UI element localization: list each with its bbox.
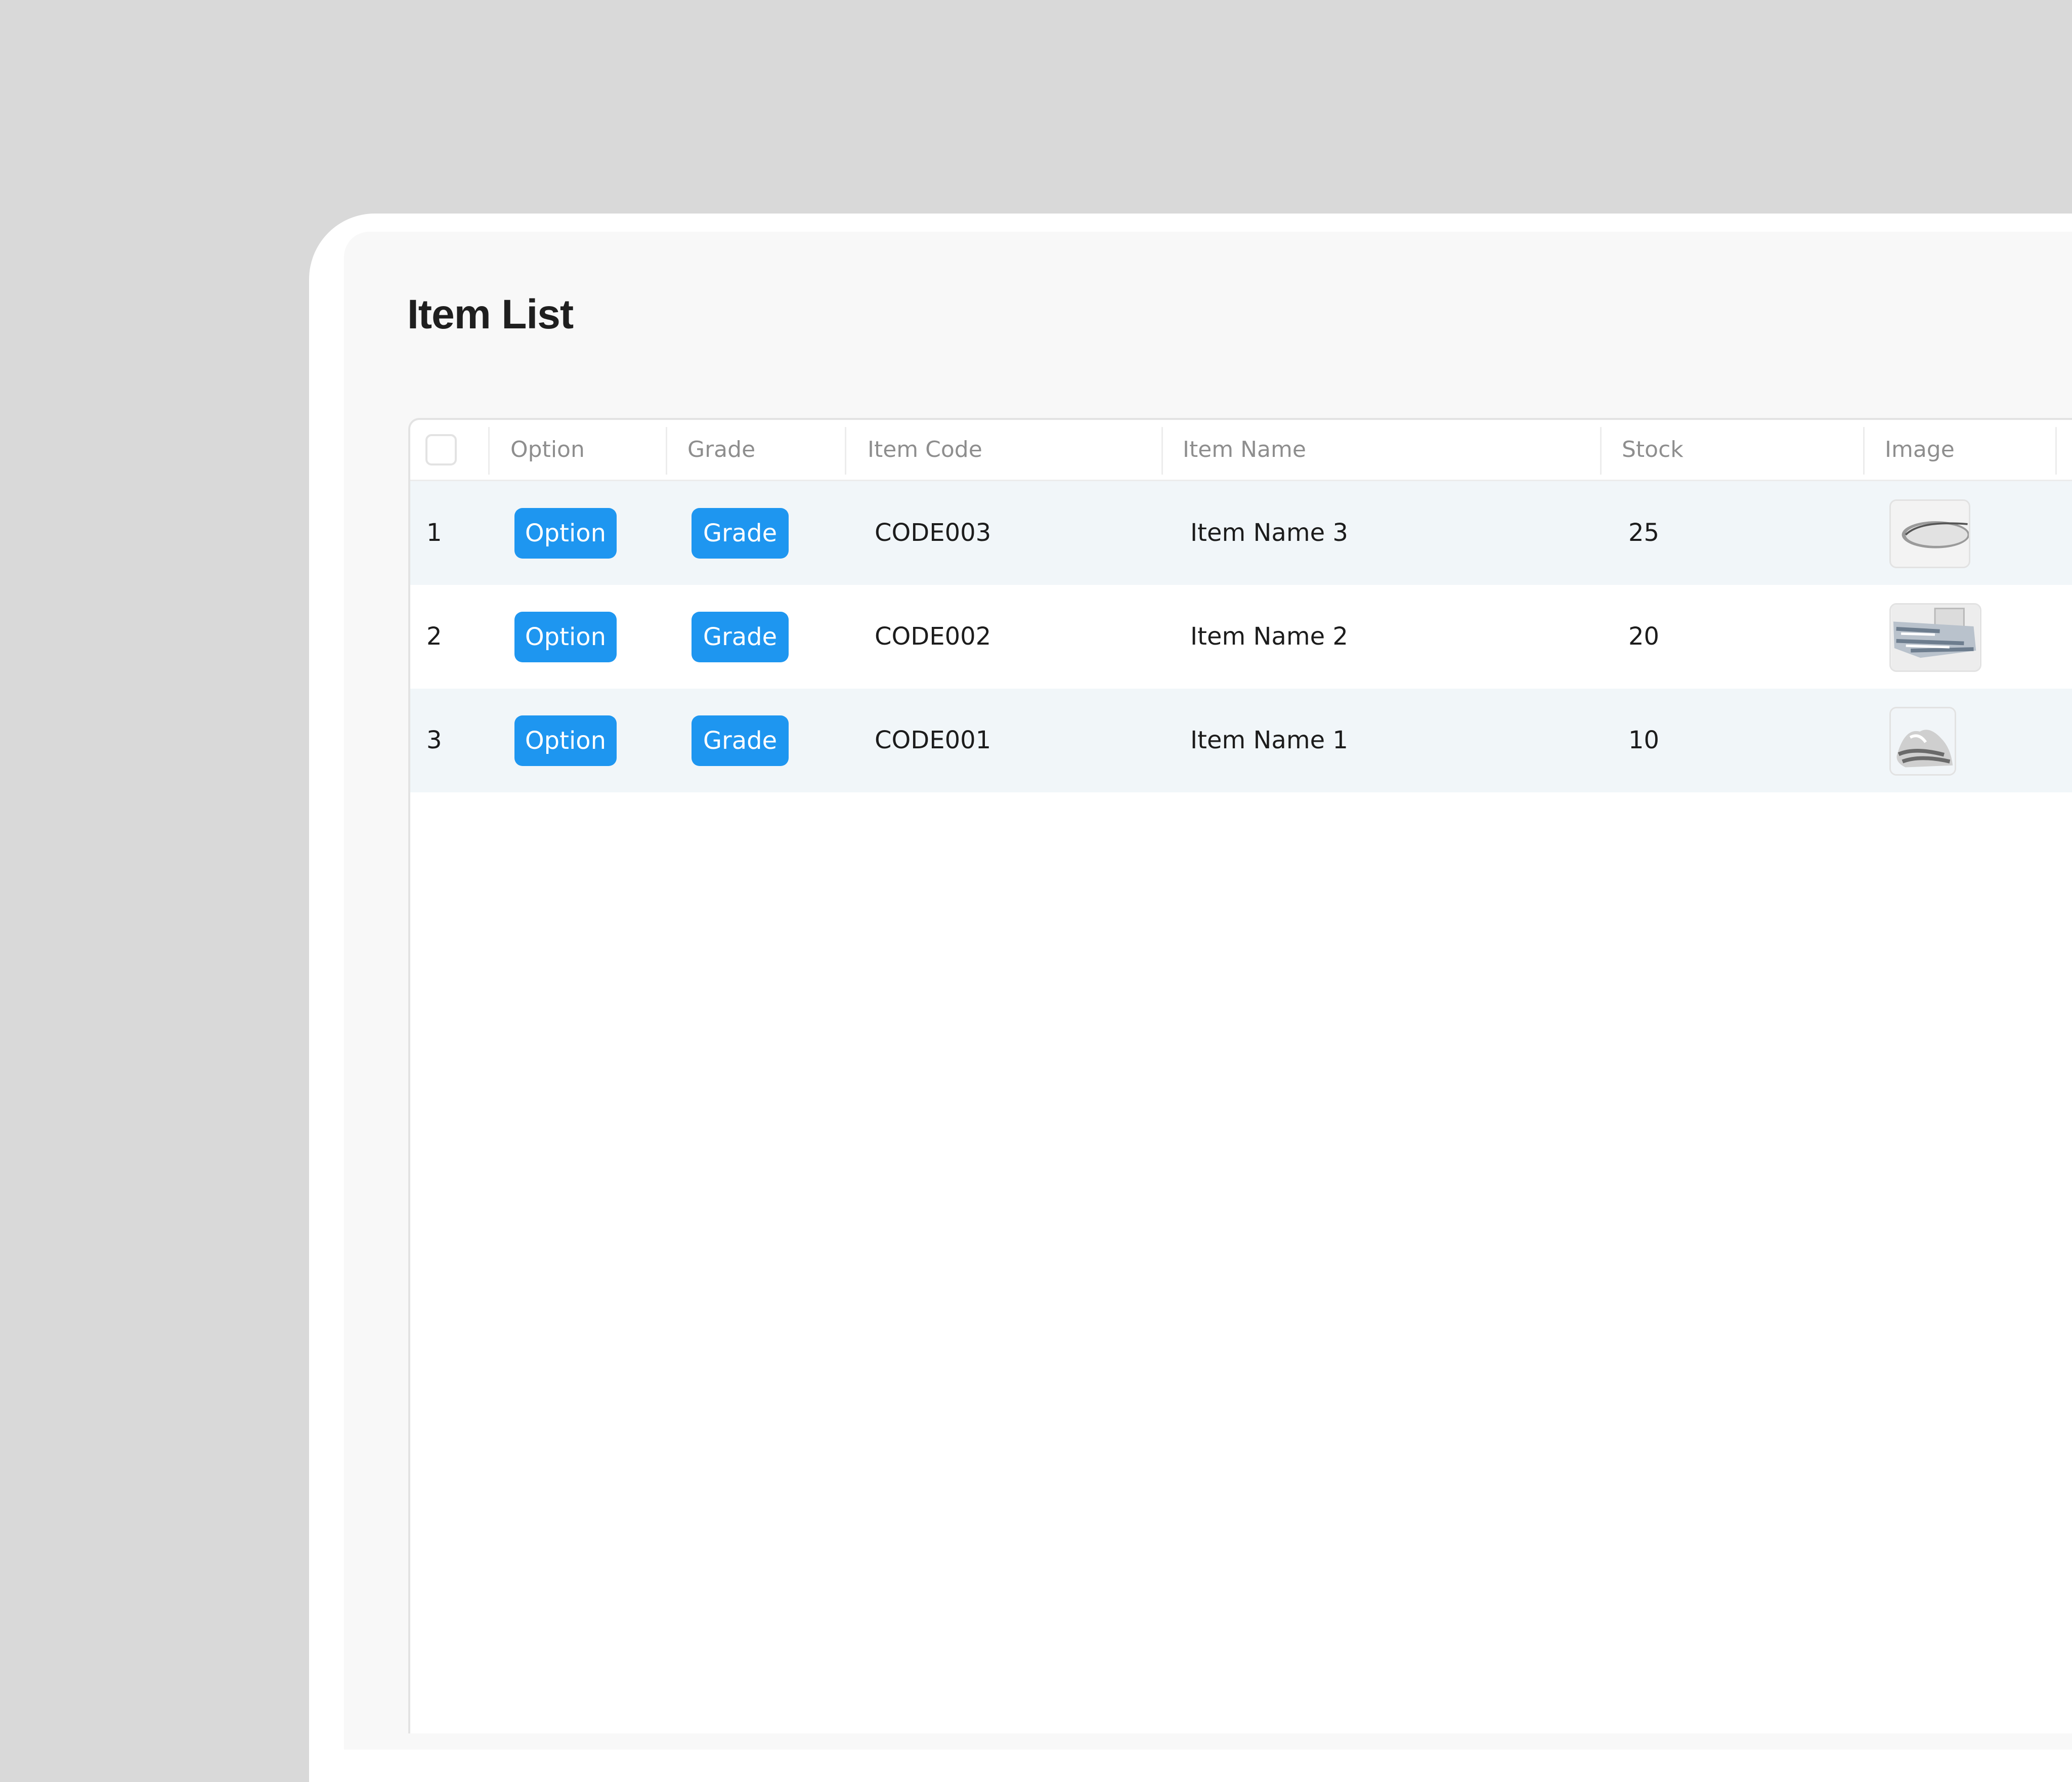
stock-value: 10 [1628,726,1660,754]
column-header-grade[interactable]: Grade [687,420,755,480]
item-table: Option Grade Item Code Item Name Stock I… [408,418,2072,1733]
column-divider[interactable] [488,427,490,475]
column-header-image[interactable]: Image [1885,420,1955,480]
row-index: 1 [426,519,442,547]
grade-button[interactable]: Grade [692,508,789,559]
table-row[interactable]: 3 Option Grade CODE001 Item Name 1 10 [410,689,2072,792]
silver-object-thumbnail-icon[interactable] [1889,707,1956,776]
item-code: CODE001 [875,726,991,754]
table-row[interactable]: 2 Option Grade CODE002 Item Name 2 20 [410,585,2072,689]
item-name: Item Name 3 [1190,519,1348,547]
option-button[interactable]: Option [514,715,617,766]
tray-thumbnail-icon[interactable] [1889,499,1970,568]
column-header-item-code[interactable]: Item Code [868,420,982,480]
stock-value: 25 [1628,519,1660,547]
row-index: 2 [426,622,442,651]
item-code: CODE003 [875,519,991,547]
row-index: 3 [426,726,442,754]
grade-button[interactable]: Grade [692,612,789,662]
glassware-image [1891,605,1979,670]
item-name: Item Name 1 [1190,726,1348,754]
column-header-stock[interactable]: Stock [1622,420,1684,480]
tray-image [1891,501,1969,567]
select-all-checkbox[interactable] [425,434,457,465]
column-header-item-name[interactable]: Item Name [1183,420,1306,480]
column-divider[interactable] [845,427,846,475]
column-divider[interactable] [666,427,667,475]
silver-object-image [1891,708,1955,774]
column-divider[interactable] [1161,427,1163,475]
item-name: Item Name 2 [1190,622,1348,651]
column-divider[interactable] [1863,427,1865,475]
column-divider[interactable] [2055,427,2057,475]
table-row[interactable]: 1 Option Grade CODE003 Item Name 3 25 [410,481,2072,585]
option-button[interactable]: Option [514,508,617,559]
option-button[interactable]: Option [514,612,617,662]
table-header: Option Grade Item Code Item Name Stock I… [410,420,2072,481]
column-divider[interactable] [1600,427,1602,475]
column-header-option[interactable]: Option [510,420,585,480]
grade-button[interactable]: Grade [692,715,789,766]
stock-value: 20 [1628,622,1660,651]
item-code: CODE002 [875,622,991,651]
page-title: Item List [407,291,574,337]
glassware-thumbnail-icon[interactable] [1889,603,1981,672]
